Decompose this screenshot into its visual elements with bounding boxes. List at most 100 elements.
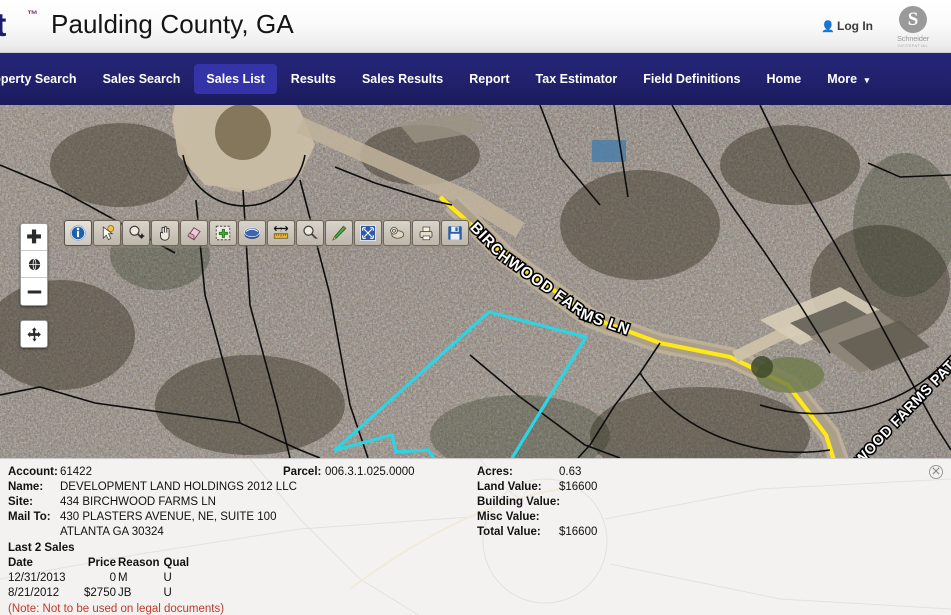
nav-label: Sales List [206, 71, 265, 86]
qpublic-logo[interactable]: et [0, 6, 6, 44]
valuation-column: Acres: 0.63 Land Value: $16600 Building Va… [477, 465, 597, 540]
account-value: 61422 [60, 466, 92, 478]
sale-date: 12/31/2013 [8, 572, 66, 584]
total-value-label: Total Value: [477, 526, 541, 538]
identify-icon[interactable] [64, 220, 92, 246]
chevron-down-icon: ▾ [864, 74, 870, 85]
site-value: 434 BIRCHWOOD FARMS LN [60, 496, 216, 508]
sale-reason: M [118, 572, 128, 584]
page-header: et ™ Paulding County, GA 👤 Log In S Schn… [0, 0, 951, 53]
name-value: DEVELOPMENT LAND HOLDINGS 2012 LLC [60, 481, 297, 493]
user-icon: 👤 [821, 20, 835, 33]
close-icon [932, 467, 940, 475]
legal-disclaimer-note: (Note: Not to be used on legal documents… [8, 603, 225, 615]
nav-label: Field Definitions [643, 71, 741, 86]
map-toolbar[interactable]: ? [62, 218, 471, 248]
zoom-in-button[interactable]: ✚ [21, 224, 47, 251]
schneider-sub-label: GEOSPATIAL [897, 43, 929, 48]
table-row: 8/21/2012 $2750 JB U [8, 586, 193, 601]
sale-qual: U [163, 572, 172, 584]
buffer-icon[interactable] [383, 220, 411, 246]
mail-to-label: Mail To: [8, 511, 51, 523]
map-pan-locate-button[interactable] [20, 320, 48, 348]
land-value-label: Land Value: [477, 481, 542, 493]
sale-reason: JB [118, 587, 132, 599]
globe-extent-button[interactable] [21, 251, 47, 278]
sales-col-reason: Reason [118, 557, 160, 569]
parcel-value: 006.3.1.025.0000 [325, 466, 415, 478]
nav-label: Results [290, 71, 336, 86]
nav-label: Sales Results [361, 71, 444, 86]
nav-label: Tax Estimator [535, 71, 618, 86]
mail-to-line1: 430 PLASTERS AVENUE, NE, SUITE 100 [60, 511, 277, 523]
schneider-name-label: Schneider [897, 34, 929, 43]
total-value: $16600 [559, 526, 598, 538]
nav-item-report[interactable]: Report [457, 64, 521, 95]
site-label: Site: [8, 496, 33, 508]
minus-icon [27, 290, 41, 293]
nav-item-field-definitions[interactable]: Field Definitions [631, 64, 752, 95]
parcel-info-panel: Account: 61422 Name: DEVELOPMENT LAND HOLD… [0, 458, 951, 615]
nav-label: Property Search [0, 71, 77, 86]
sales-col-date: Date [8, 557, 33, 569]
sale-price: $2750 [84, 587, 116, 599]
building-value-label: Building Value: [477, 496, 561, 508]
close-panel-button[interactable] [929, 465, 943, 479]
save-icon[interactable] [441, 220, 469, 246]
nav-item-tax-estimator[interactable]: Tax Estimator [524, 64, 630, 95]
nav-item-home[interactable]: Home [755, 64, 814, 95]
parcel-id-column: Parcel: 006.3.1.025.0000 [283, 465, 415, 480]
page-title: Paulding County, GA [51, 9, 294, 39]
last-sales-heading: Last 2 Sales [8, 542, 75, 554]
login-button[interactable]: 👤 Log In [821, 19, 873, 33]
land-value: $16600 [559, 481, 598, 493]
login-label: Log In [837, 19, 873, 33]
sales-col-price: Price [87, 557, 116, 569]
svg-text:?: ? [280, 228, 283, 234]
account-label: Account: [8, 466, 58, 478]
map-viewport[interactable]: BIRCHWOOD FARMS LN BUCKWOOD FARMS PATH ✚ [0, 105, 951, 458]
name-label: Name: [8, 481, 44, 493]
select-features-icon[interactable] [93, 220, 121, 246]
zoom-out-button[interactable] [21, 278, 47, 305]
pan-hand-icon[interactable] [151, 220, 179, 246]
nav-label: Report [469, 71, 510, 86]
parcel-label: Parcel: [283, 466, 322, 478]
nav-label: Sales Search [102, 71, 181, 86]
zoom-in-icon[interactable] [122, 220, 150, 246]
schneider-mark-icon: S [899, 6, 927, 33]
move-arrows-icon [26, 326, 41, 342]
sales-table: Date Price Reason Qual 12/31/2013 0 M U [8, 556, 193, 601]
sales-table-header-row: Date Price Reason Qual [8, 556, 193, 571]
sale-price: 0 [109, 572, 116, 584]
measure-ruler-icon[interactable]: ? [267, 220, 295, 246]
aerial-imagery: BIRCHWOOD FARMS LN BUCKWOOD FARMS PATH [0, 105, 951, 458]
nav-item-sales-search[interactable]: Sales Search [91, 64, 193, 95]
markup-pencil-icon[interactable] [325, 220, 353, 246]
eraser-clear-icon[interactable] [180, 220, 208, 246]
table-row: 12/31/2013 0 M U [8, 571, 193, 586]
map-zoom-controls[interactable]: ✚ [20, 223, 48, 306]
nav-item-property-search[interactable]: Property Search [0, 64, 89, 95]
layers-basemap-icon[interactable] [238, 220, 266, 246]
nav-item-sales-results[interactable]: Sales Results [350, 64, 455, 95]
trademark-symbol: ™ [27, 9, 38, 21]
qpublic-map-application: et ™ Paulding County, GA 👤 Log In S Schn… [0, 0, 951, 615]
globe-icon [28, 258, 40, 270]
acres-value: 0.63 [559, 466, 582, 478]
schneider-geospatial-logo[interactable]: S Schneider GEOSPATIAL [883, 6, 943, 48]
nav-label: Home [766, 71, 802, 86]
nav-item-results[interactable]: Results [279, 64, 348, 95]
nav-item-sales-list[interactable]: Sales List [194, 63, 277, 95]
nav-item-more[interactable]: More ▾ [815, 64, 881, 95]
misc-value-label: Misc Value: [477, 511, 540, 523]
nav-label: More [827, 71, 858, 86]
sale-date: 8/21/2012 [8, 587, 60, 599]
acres-label: Acres: [477, 466, 513, 478]
sale-qual: U [163, 587, 172, 599]
zoom-to-selection-icon[interactable] [209, 220, 237, 246]
full-extent-icon[interactable] [354, 220, 382, 246]
print-icon[interactable] [412, 220, 440, 246]
zoom-previous-icon[interactable] [296, 220, 324, 246]
owner-info-column: Account: 61422 Name: DEVELOPMENT LAND HOLD… [8, 465, 297, 615]
